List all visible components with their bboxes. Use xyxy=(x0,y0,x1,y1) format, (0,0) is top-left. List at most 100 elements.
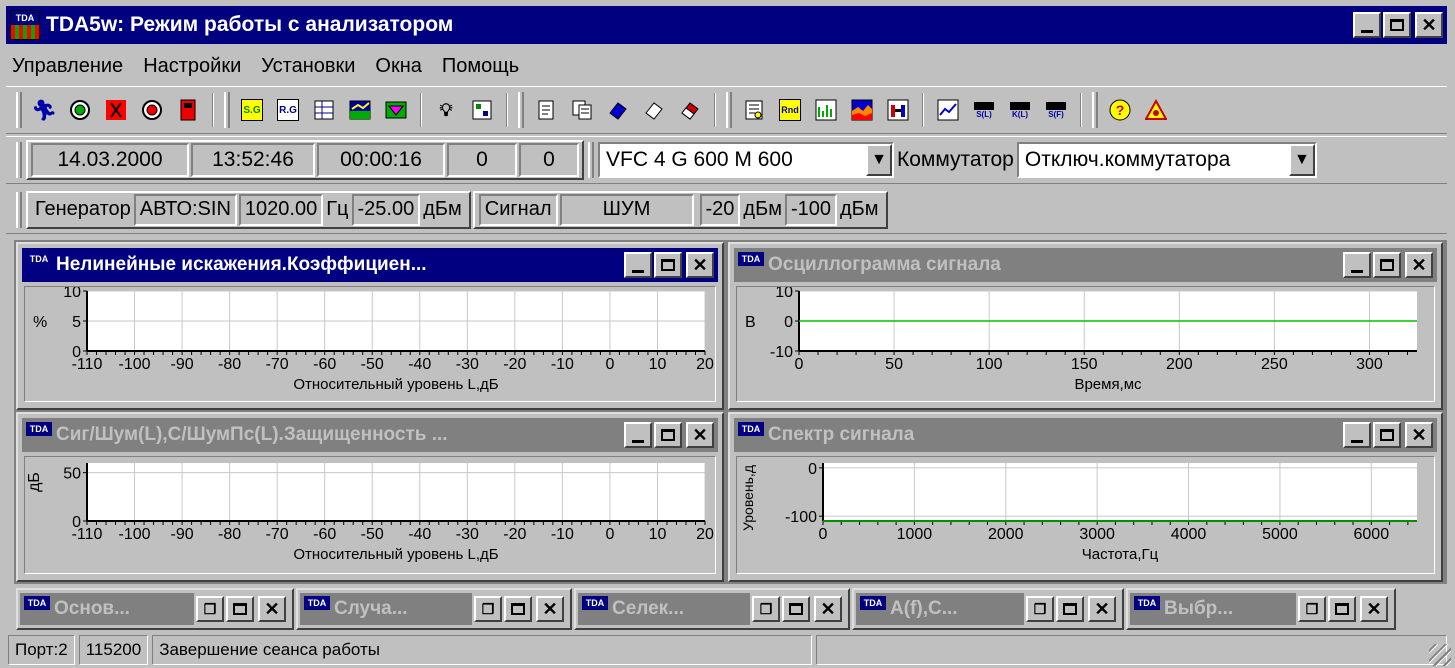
maximize-button[interactable] xyxy=(226,596,254,622)
minimize-button[interactable] xyxy=(624,422,652,448)
doc-copy-button[interactable] xyxy=(565,93,599,127)
s-f-button[interactable]: S(F) xyxy=(1039,93,1073,127)
doc-button[interactable] xyxy=(529,93,563,127)
minimized-window[interactable]: TDA Выбр... ❐ ✕ xyxy=(1126,588,1396,630)
k-l-button[interactable]: K(L) xyxy=(1003,93,1037,127)
maximize-button[interactable] xyxy=(1383,12,1411,38)
bar-chart-button[interactable] xyxy=(809,93,843,127)
close-button[interactable]: ✕ xyxy=(1088,596,1116,622)
restore-button[interactable]: ❐ xyxy=(196,596,224,622)
maximize-button[interactable] xyxy=(1328,596,1356,622)
toolbar-grip-2[interactable] xyxy=(224,92,230,128)
status-grip-3[interactable] xyxy=(16,191,22,228)
maximize-button[interactable] xyxy=(504,596,532,622)
area-chart-button[interactable] xyxy=(845,93,879,127)
menu-setup[interactable]: Установки xyxy=(255,55,369,78)
sg-button[interactable]: S.G xyxy=(235,93,269,127)
oscillogram-window[interactable]: TDA Осциллограмма сигнала ✕ 0 50 100 150 200… xyxy=(728,242,1443,410)
maximize-button[interactable] xyxy=(1056,596,1084,622)
lamp-button[interactable]: 💡︎ xyxy=(429,93,463,127)
chevron-down-icon[interactable]: ▼ xyxy=(866,144,892,176)
close-button[interactable]: ✕ xyxy=(814,596,842,622)
generator-freq[interactable]: 1020.00 xyxy=(238,193,324,226)
table-edit-button[interactable] xyxy=(307,93,341,127)
status-grip-2[interactable] xyxy=(588,142,594,178)
toolbar-grip-3[interactable] xyxy=(518,92,524,128)
minimized-title-bar[interactable]: TDA Случа... xyxy=(300,593,472,625)
calc-button[interactable] xyxy=(465,93,499,127)
rnd-button[interactable]: Rnd xyxy=(773,93,807,127)
minimize-button[interactable] xyxy=(1343,422,1371,448)
distortion-chart[interactable]: -110 -100 -90 -80 -70 -60 -50 -40 -30 -20 -10 0 10 20… xyxy=(25,287,719,403)
signal-level[interactable]: -20 xyxy=(699,193,741,226)
signal-type[interactable]: ШУМ xyxy=(559,193,694,226)
minimized-title-bar[interactable]: TDA Основ... xyxy=(20,593,194,625)
report-button[interactable] xyxy=(737,93,771,127)
restore-button[interactable]: ❐ xyxy=(474,596,502,622)
distortion-window[interactable]: TDA Нелинейные искажения.Коэффициен... ✕… xyxy=(16,242,724,410)
child-title-bar[interactable]: TDA Спектр сигнала ✕ xyxy=(734,418,1437,452)
maximize-button[interactable] xyxy=(782,596,810,622)
chart-area[interactable]: -110 -100 -90 -80 -70 -60 -50 -40 -30 -20 -10 0 10 20… xyxy=(24,456,716,574)
line-chart-button[interactable] xyxy=(931,93,965,127)
rg-button[interactable]: R.G xyxy=(271,93,305,127)
minimize-button[interactable] xyxy=(1353,12,1381,38)
run-button[interactable]: 🏃︎ xyxy=(27,93,61,127)
minimize-button[interactable] xyxy=(624,252,652,278)
generator-level[interactable]: -25.00 xyxy=(351,193,421,226)
start-measure-button[interactable] xyxy=(63,93,97,127)
maximize-button[interactable] xyxy=(654,252,682,278)
toolbar-grip-5[interactable] xyxy=(1092,92,1098,128)
toolbar-grip[interactable] xyxy=(16,92,22,128)
minimize-button[interactable] xyxy=(1343,252,1371,278)
minimized-window[interactable]: TDA Основ... ❐ ✕ xyxy=(16,588,294,630)
close-button[interactable]: ✕ xyxy=(1415,12,1443,38)
close-button[interactable]: ✕ xyxy=(258,596,286,622)
minimized-window[interactable]: TDA Случа... ❐ ✕ xyxy=(296,588,572,630)
filter-button[interactable] xyxy=(379,93,413,127)
stop-measure-button[interactable] xyxy=(135,93,169,127)
chevron-down-icon[interactable]: ▼ xyxy=(1288,144,1315,176)
eraser-blue-button[interactable] xyxy=(601,93,635,127)
status-grip[interactable] xyxy=(16,142,22,178)
noise-level[interactable]: -100 xyxy=(784,193,837,226)
h-chart-button[interactable] xyxy=(881,93,915,127)
close-button[interactable]: ✕ xyxy=(1405,252,1433,278)
menu-control[interactable]: Управление xyxy=(6,55,137,78)
minimized-title-bar[interactable]: TDA A(f),C... xyxy=(856,593,1024,625)
close-button[interactable]: ✕ xyxy=(1360,596,1388,622)
child-title-bar[interactable]: TDA Нелинейные искажения.Коэффициен... ✕ xyxy=(22,248,718,282)
chart-area[interactable]: -110 -100 -90 -80 -70 -60 -50 -40 -30 -20 -10 0 10 20… xyxy=(24,286,716,402)
menu-windows[interactable]: Окна xyxy=(369,55,435,78)
device-select[interactable]: VFC 4 G 600 M 600 ▼ xyxy=(598,142,894,178)
minimized-title-bar[interactable]: TDA Селек... xyxy=(578,593,750,625)
close-button[interactable]: ✕ xyxy=(536,596,564,622)
maximize-button[interactable] xyxy=(654,422,682,448)
child-title-bar[interactable]: TDA Осциллограмма сигнала ✕ xyxy=(734,248,1437,282)
child-title-bar[interactable]: TDA Сиг/Шум(L),С/ШумПс(L).Защищенность .… xyxy=(22,418,718,452)
spectrum-window[interactable]: TDA Спектр сигнала ✕ 0 1000 2000 3000 4000 50… xyxy=(728,412,1443,582)
eraser-red-button[interactable] xyxy=(673,93,707,127)
spectrum-chart[interactable]: 0 1000 2000 3000 4000 5000 60000-100Частота,Гц… xyxy=(737,457,1436,575)
restore-button[interactable]: ❐ xyxy=(752,596,780,622)
menu-settings[interactable]: Настройки xyxy=(137,55,255,78)
help-button[interactable]: ? xyxy=(1103,93,1137,127)
chart-image-button[interactable] xyxy=(343,93,377,127)
snr-window[interactable]: TDA Сиг/Шум(L),С/ШумПс(L).Защищенность .… xyxy=(16,412,724,582)
restore-button[interactable]: ❐ xyxy=(1026,596,1054,622)
restore-button[interactable]: ❐ xyxy=(1298,596,1326,622)
chart-area[interactable]: 0 50 100 150 200 250 300 10 0 -10 Время,мс В xyxy=(736,286,1435,402)
eraser-white-button[interactable] xyxy=(637,93,671,127)
commutator-select[interactable]: Отключ.коммутатора ▼ xyxy=(1016,142,1317,178)
chart-area[interactable]: 0 1000 2000 3000 4000 5000 6000 0 -100 Частота,Гц… xyxy=(736,456,1435,574)
minimized-window[interactable]: TDA A(f),C... ❐ ✕ xyxy=(852,588,1124,630)
s-l-button[interactable]: S(L) xyxy=(967,93,1001,127)
resize-grip-icon[interactable] xyxy=(1429,644,1451,666)
generator-mode[interactable]: АВТО:SIN xyxy=(133,193,237,226)
close-button[interactable]: ✕ xyxy=(686,252,714,278)
device-button[interactable] xyxy=(171,93,205,127)
warning-button[interactable] xyxy=(1139,93,1173,127)
menu-help[interactable]: Помощь xyxy=(436,55,533,78)
maximize-button[interactable] xyxy=(1373,252,1401,278)
oscillogram-chart[interactable]: 0 50 100 150 200 250 300100-10Время,мсВ xyxy=(737,287,1436,403)
